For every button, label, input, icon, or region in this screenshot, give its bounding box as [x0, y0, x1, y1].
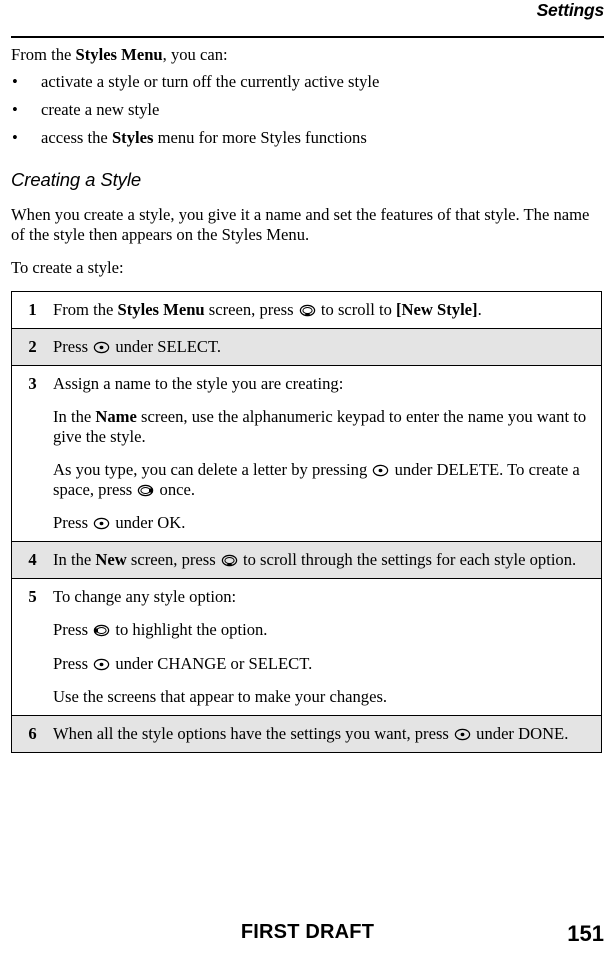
- step-paragraph: Press under CHANGE or SELECT.: [53, 653, 313, 673]
- step-number: 2: [28, 336, 37, 356]
- page-header: Settings: [0, 0, 615, 38]
- step-number: 6: [28, 723, 37, 743]
- list-item: • access the Styles menu for more Styles…: [11, 127, 604, 148]
- list-item-post: menu for more Styles functions: [153, 128, 367, 147]
- nav-wheel-right-icon: [137, 484, 154, 497]
- step-paragraph: When all the style options have the sett…: [53, 723, 569, 743]
- step-paragraph: To change any style option:: [53, 586, 237, 606]
- emphasis-text: [New Style]: [396, 299, 478, 319]
- menu-key-icon: [372, 464, 389, 477]
- intro-lead: From the Styles Menu, you can:: [11, 44, 604, 65]
- intro-lead-bold: Styles Menu: [75, 45, 163, 64]
- page-title: Settings: [536, 0, 605, 20]
- steps-table-body: 1 From the Styles Menu screen, press to s…: [11, 291, 602, 752]
- step-instruction: Press under SELECT.: [53, 328, 602, 365]
- capabilities-list: • activate a style or turn off the curre…: [11, 71, 604, 148]
- list-item-bold: Styles: [111, 128, 154, 147]
- step-number: 5: [28, 586, 37, 606]
- page-number: 151: [567, 921, 604, 946]
- nav-wheel-left-icon: [93, 624, 110, 637]
- table-row: 5 To change any style option: Press to hig…: [11, 578, 602, 715]
- page-footer: FIRST DRAFT 151: [11, 921, 604, 947]
- steps-table: 1 From the Styles Menu screen, press to s…: [11, 290, 602, 753]
- list-item-label: access the Styles menu for more Styles f…: [41, 128, 367, 147]
- step-number: 1: [28, 299, 37, 319]
- step-instruction: In the New screen, press to scroll throu…: [53, 541, 602, 578]
- list-item-label: activate a style or turn off the current…: [41, 72, 380, 91]
- menu-key-icon: [454, 728, 471, 741]
- procedure-lead-in: To create a style:: [11, 258, 124, 277]
- bullet-icon: •: [12, 72, 18, 91]
- section-paragraph: When you create a style, you give it a n…: [11, 205, 590, 244]
- emphasis-text: Name: [95, 407, 137, 426]
- step-number: 3: [28, 373, 37, 393]
- table-row: 3 Assign a name to the style you are crea…: [11, 365, 602, 541]
- step-paragraph: Press under SELECT.: [53, 336, 222, 356]
- menu-key-icon: [93, 517, 110, 530]
- header-divider: [11, 36, 604, 38]
- step-paragraph: In the New screen, press to scroll throu…: [53, 549, 577, 569]
- step-paragraph: Press under OK.: [53, 513, 186, 532]
- page-content: From the Styles Menu, you can: • activat…: [11, 44, 604, 753]
- table-row: 2 Press under SELECT.: [11, 328, 602, 365]
- list-item: • activate a style or turn off the curre…: [11, 71, 604, 92]
- draft-status-label: FIRST DRAFT: [240, 921, 375, 943]
- section-heading: Creating a Style: [11, 169, 142, 190]
- bullet-icon: •: [12, 128, 18, 147]
- nav-wheel-down-icon: [299, 304, 316, 317]
- list-item-pre: access the: [41, 128, 112, 147]
- step-paragraph: Use the screens that appear to make your…: [53, 687, 388, 706]
- table-row: 1 From the Styles Menu screen, press to s…: [11, 291, 602, 328]
- step-instruction: Assign a name to the style you are creat…: [53, 365, 602, 541]
- menu-key-icon: [93, 341, 110, 354]
- bullet-icon: •: [12, 100, 18, 119]
- step-paragraph: As you type, you can delete a letter by …: [53, 460, 580, 499]
- nav-wheel-down-icon: [221, 554, 238, 567]
- list-item: • create a new style: [11, 99, 604, 120]
- step-paragraph: In the Name screen, use the alphanumeric…: [53, 407, 587, 446]
- emphasis-text: Styles Menu: [117, 299, 205, 319]
- step-number: 4: [28, 549, 37, 569]
- list-item-label: create a new style: [41, 100, 160, 119]
- step-paragraph: Assign a name to the style you are creat…: [53, 373, 344, 393]
- table-row: 6 When all the style options have the set…: [11, 715, 602, 752]
- step-instruction: To change any style option: Press to high…: [53, 578, 602, 715]
- emphasis-text: New: [95, 549, 127, 569]
- menu-key-icon: [93, 658, 110, 671]
- table-row: 4 In the New screen, press to scroll thro…: [11, 541, 602, 578]
- step-instruction: From the Styles Menu screen, press to sc…: [53, 291, 602, 328]
- intro-lead-pre: From the: [11, 45, 76, 64]
- step-paragraph: From the Styles Menu screen, press to sc…: [53, 299, 482, 319]
- step-instruction: When all the style options have the sett…: [53, 715, 602, 752]
- intro-lead-post: , you can:: [162, 45, 228, 64]
- step-paragraph: Press to highlight the option.: [53, 620, 268, 639]
